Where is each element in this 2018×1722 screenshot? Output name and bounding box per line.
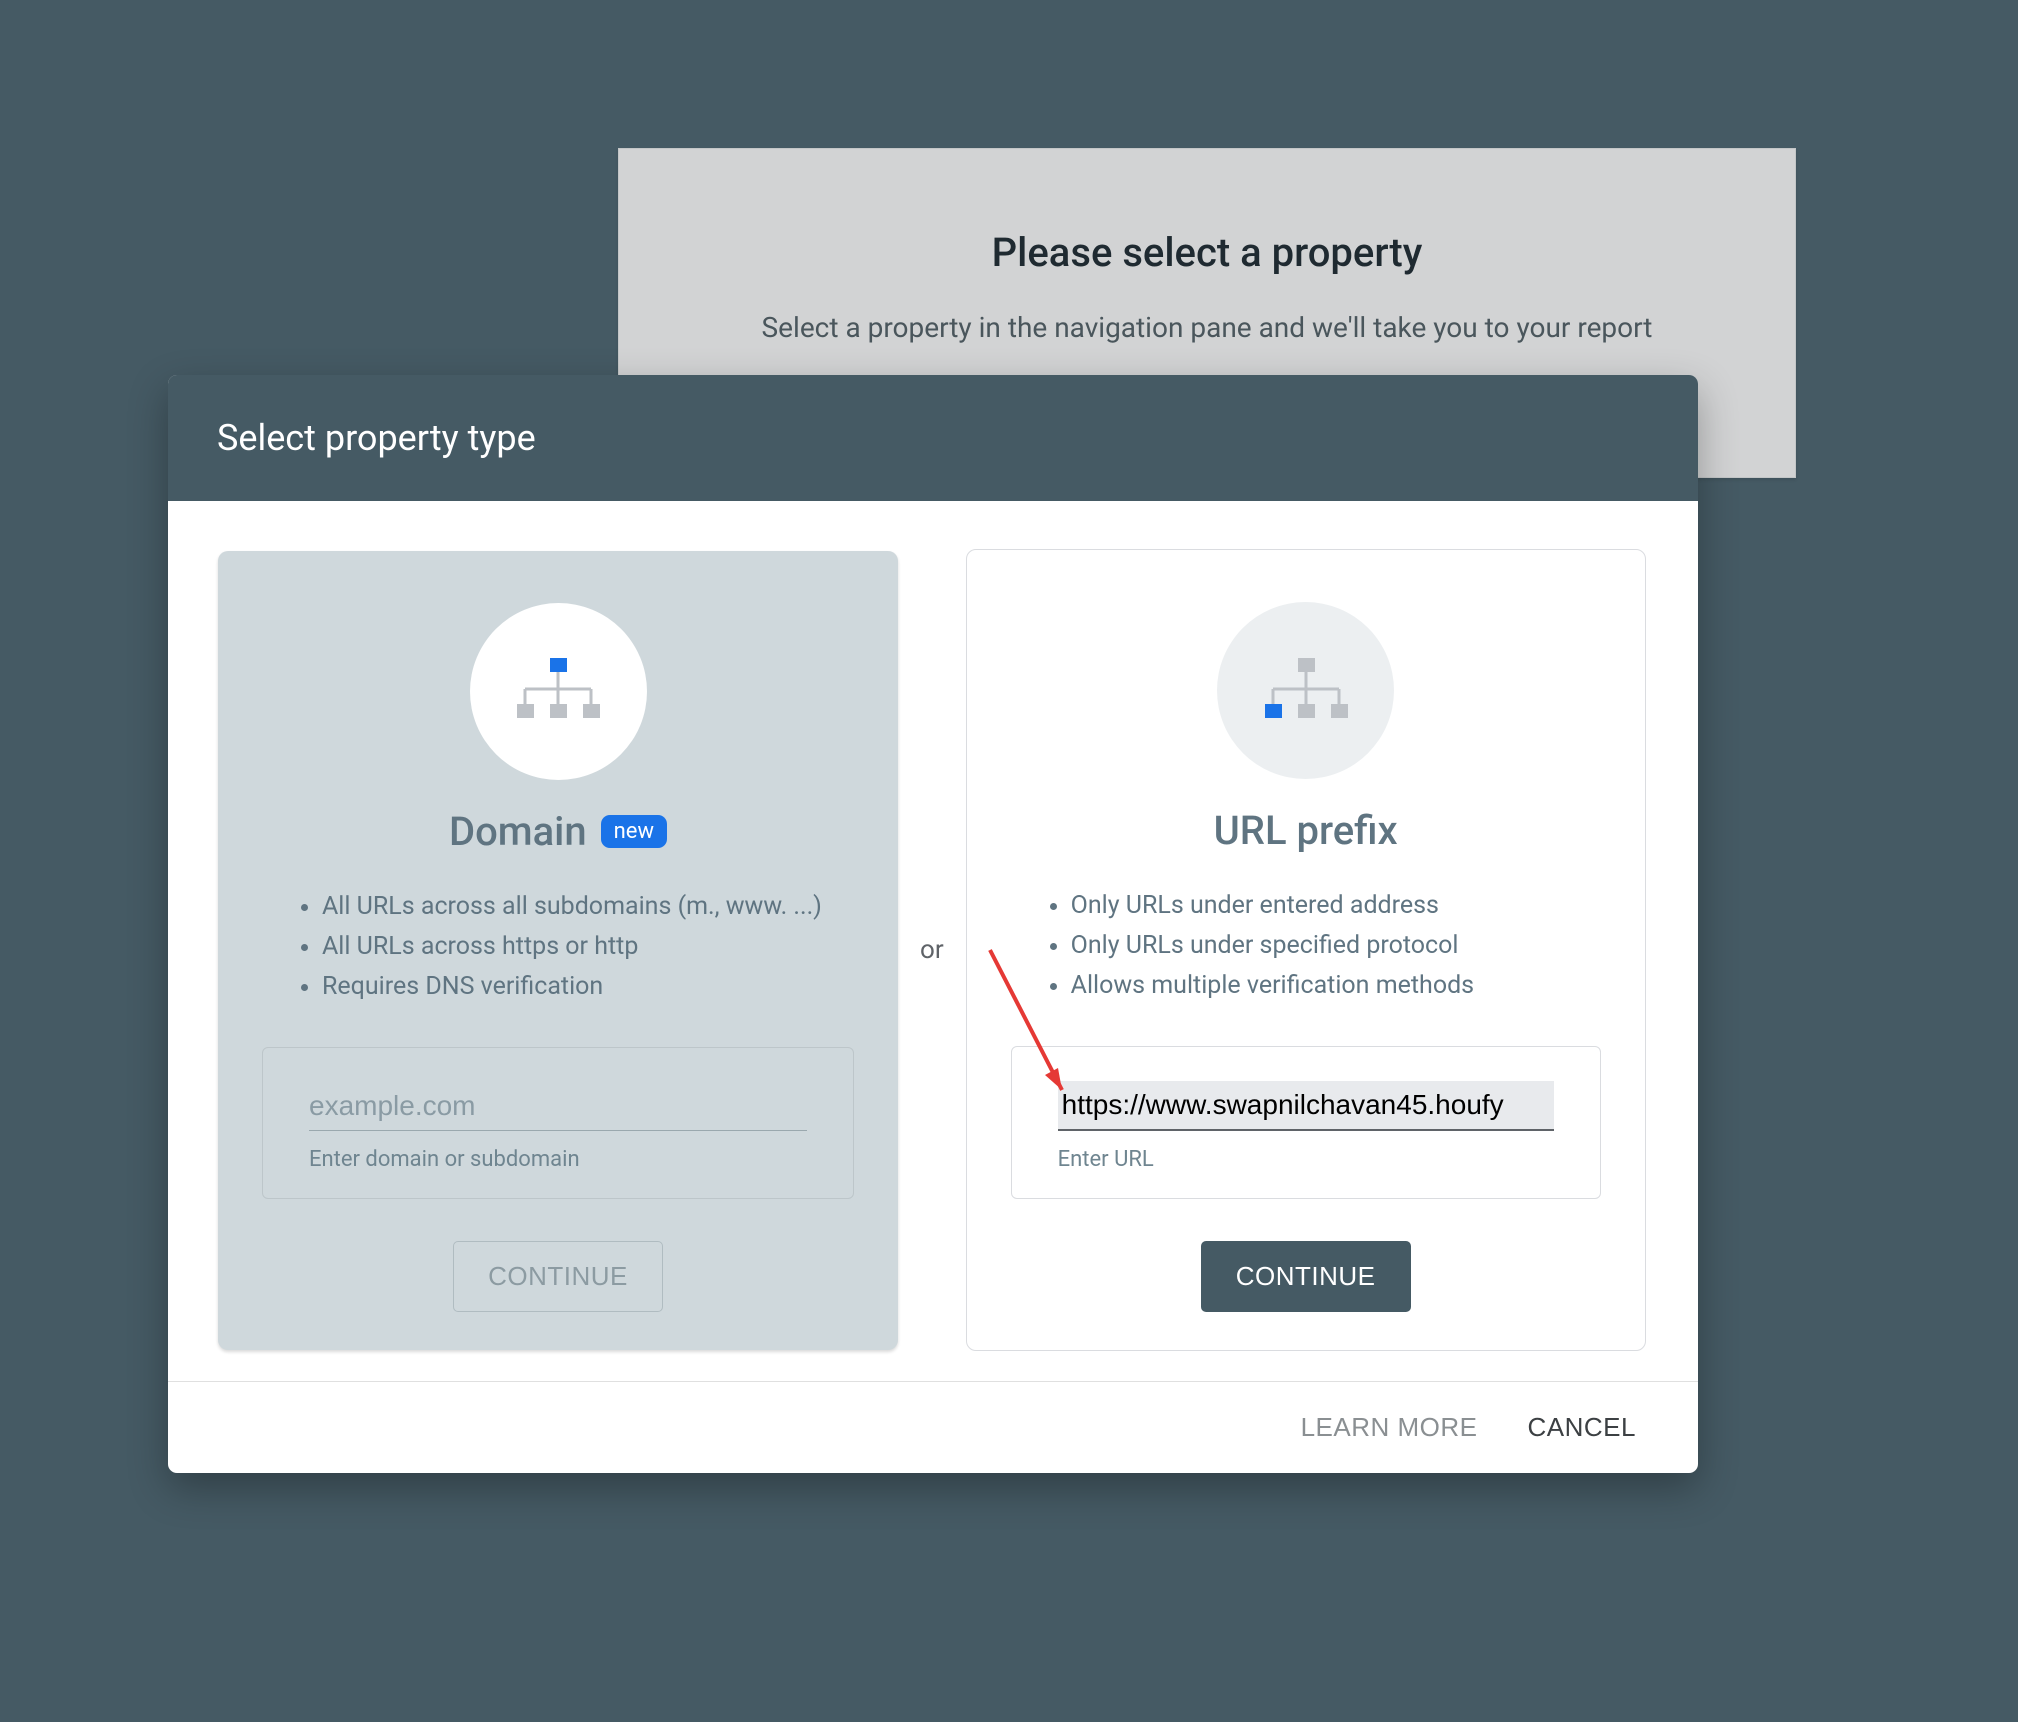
domain-input-box: Enter domain or subdomain	[262, 1047, 854, 1199]
domain-continue-button[interactable]: CONTINUE	[453, 1241, 663, 1312]
list-item: Allows multiple verification methods	[1071, 966, 1601, 1006]
url-input[interactable]	[1058, 1081, 1554, 1131]
list-item: All URLs across all subdomains (m., www.…	[322, 887, 854, 927]
background-subtitle: Select a property in the navigation pane…	[619, 311, 1795, 344]
list-item: Requires DNS verification	[322, 967, 854, 1007]
url-prefix-option-card[interactable]: URL prefix Only URLs under entered addre…	[966, 549, 1646, 1351]
cancel-button[interactable]: CANCEL	[1528, 1412, 1636, 1443]
urlprefix-feature-list: Only URLs under entered address Only URL…	[1011, 886, 1601, 1006]
domain-option-card[interactable]: Domain new All URLs across all subdomain…	[218, 551, 898, 1350]
urlprefix-title-row: URL prefix	[1214, 807, 1398, 854]
dialog-body: Domain new All URLs across all subdomain…	[168, 501, 1698, 1381]
sitemap-icon	[1261, 656, 1351, 726]
select-property-type-dialog: Select property type Domain new	[168, 375, 1698, 1473]
new-badge: new	[601, 815, 667, 848]
dialog-title: Select property type	[217, 417, 1649, 459]
urlprefix-input-helper: Enter URL	[1058, 1147, 1554, 1172]
domain-title-row: Domain new	[449, 808, 667, 855]
domain-icon-circle	[470, 603, 647, 780]
learn-more-button[interactable]: LEARN MORE	[1301, 1412, 1478, 1443]
domain-feature-list: All URLs across all subdomains (m., www.…	[262, 887, 854, 1007]
list-item: All URLs across https or http	[322, 927, 854, 967]
dialog-header: Select property type	[168, 375, 1698, 501]
list-item: Only URLs under entered address	[1071, 886, 1601, 926]
or-separator: or	[920, 935, 944, 965]
urlprefix-continue-button[interactable]: CONTINUE	[1201, 1241, 1411, 1312]
domain-input-helper: Enter domain or subdomain	[309, 1147, 807, 1172]
background-title: Please select a property	[619, 229, 1795, 276]
urlprefix-input-box: Enter URL	[1011, 1046, 1601, 1199]
domain-title: Domain	[449, 808, 587, 855]
urlprefix-title: URL prefix	[1214, 807, 1398, 854]
list-item: Only URLs under specified protocol	[1071, 926, 1601, 966]
urlprefix-icon-circle	[1217, 602, 1394, 779]
dialog-footer: LEARN MORE CANCEL	[168, 1381, 1698, 1473]
sitemap-icon	[513, 656, 603, 726]
domain-input[interactable]	[309, 1082, 807, 1131]
